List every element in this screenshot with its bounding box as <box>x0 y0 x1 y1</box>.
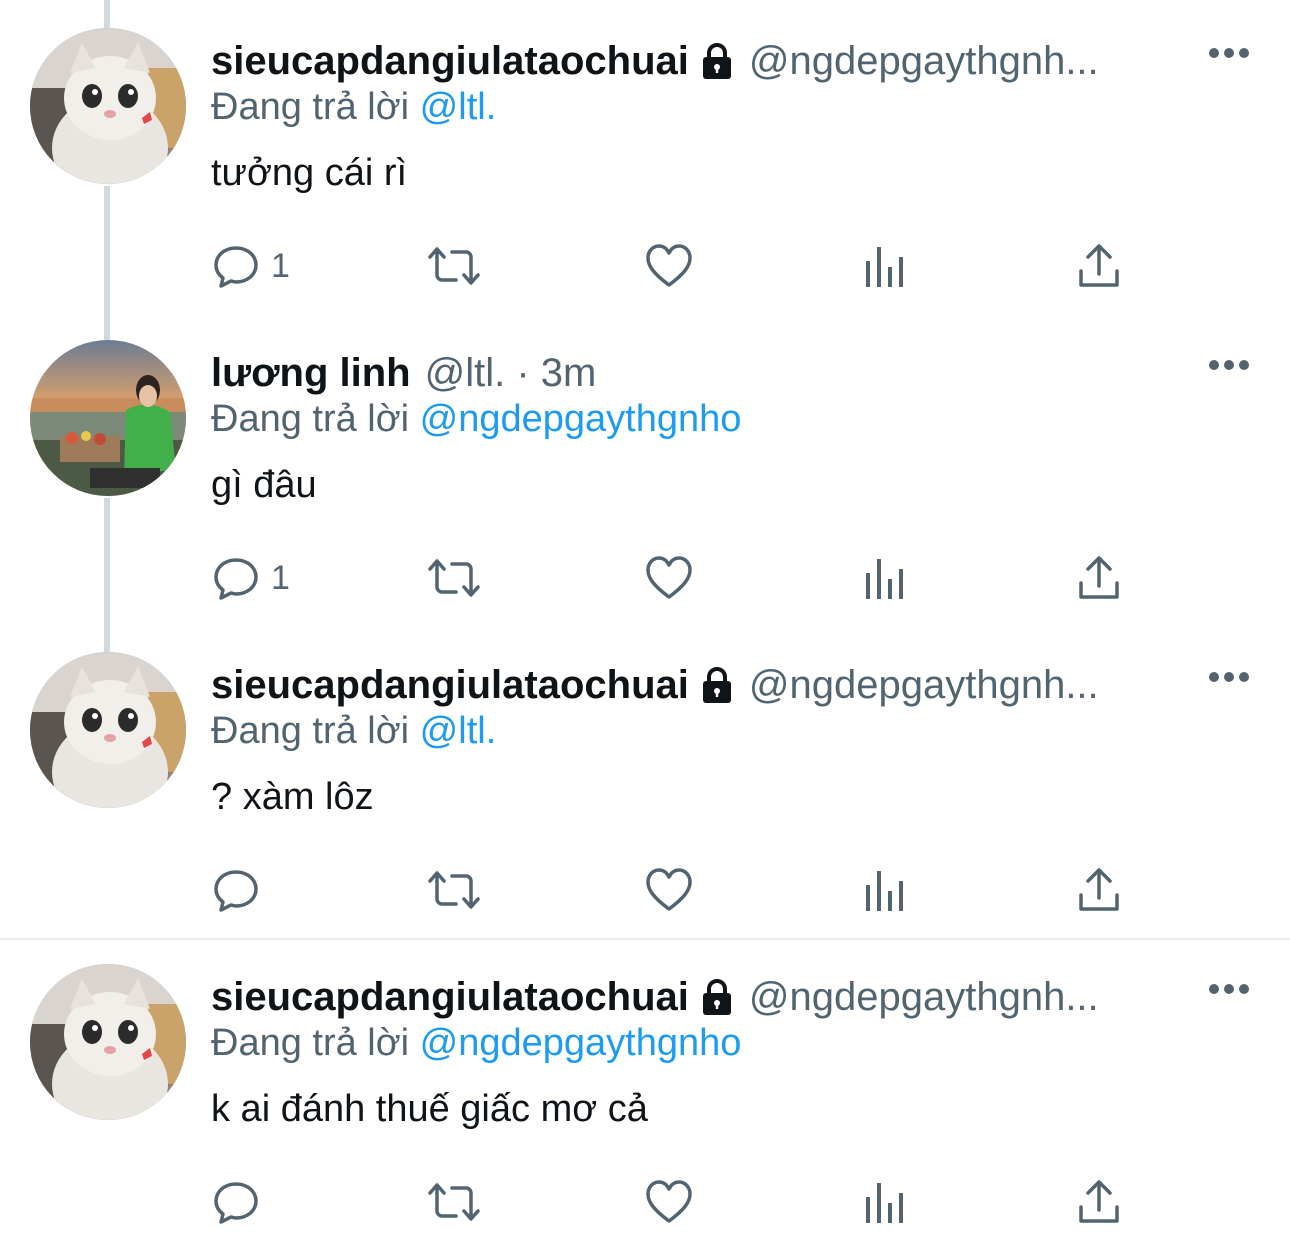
avatar[interactable] <box>30 28 186 184</box>
more-dots-icon[interactable] <box>1208 358 1250 372</box>
like-button[interactable] <box>644 548 694 608</box>
replying-to-label: Đang trả lời <box>211 398 410 440</box>
retweet-icon <box>428 871 480 909</box>
avatar[interactable] <box>30 340 186 496</box>
handle-and-time[interactable]: @ltl. · 3m <box>425 351 597 396</box>
mention-link[interactable]: @ltl. <box>420 710 497 752</box>
share-upload-icon <box>1079 244 1119 287</box>
retweet-button[interactable] <box>426 236 482 296</box>
views-bar-chart-icon <box>866 1183 903 1223</box>
heart-icon <box>646 868 692 911</box>
heart-icon <box>646 1180 692 1223</box>
reply-bubble-icon <box>214 558 258 600</box>
reply-count: 1 <box>271 246 290 285</box>
display-name[interactable]: sieucapdangiulataochuai <box>211 663 689 708</box>
more-dots-icon[interactable] <box>1208 982 1250 996</box>
reply-button[interactable]: 1 <box>211 236 290 296</box>
replying-to-label: Đang trả lời <box>211 710 410 752</box>
mention-link[interactable]: @ltl. <box>420 86 497 128</box>
tweet-header: sieucapdangiulataochuai @ngdepgaythgnh..… <box>211 660 1099 710</box>
tweet-text: k ai đánh thuế giấc mơ cả <box>211 1088 648 1130</box>
share-upload-icon <box>1079 556 1119 599</box>
replying-to-label: Đang trả lời <box>211 1022 410 1064</box>
handle[interactable]: @ngdepgaythgnh... <box>749 39 1099 84</box>
like-button[interactable] <box>644 1172 694 1232</box>
reply-button[interactable]: 1 <box>211 548 290 608</box>
reply-bubble-icon <box>214 1182 258 1224</box>
mention-link[interactable]: @ngdepgaythgnho <box>420 1022 742 1064</box>
action-bar <box>211 1172 1211 1232</box>
display-name[interactable]: sieucapdangiulataochuai <box>211 975 689 1020</box>
tweet[interactable]: sieucapdangiulataochuai @ngdepgaythgnh..… <box>0 936 1290 1250</box>
reply-bubble-icon <box>214 246 258 288</box>
avatar[interactable] <box>30 652 186 808</box>
action-bar <box>211 860 1211 920</box>
views-bar-chart-icon <box>866 559 903 599</box>
like-button[interactable] <box>644 236 694 296</box>
tweet-text: gì đâu <box>211 464 317 506</box>
action-bar: 1 <box>211 548 1211 608</box>
display-name[interactable]: sieucapdangiulataochuai <box>211 39 689 84</box>
retweet-button[interactable] <box>426 1172 482 1232</box>
share-button[interactable] <box>1077 548 1121 608</box>
tweet-header: lương linh @ltl. · 3m <box>211 348 596 398</box>
replying-to: Đang trả lời @ltl. <box>211 86 496 129</box>
replying-to: Đang trả lời @ngdepgaythgnho <box>211 398 741 441</box>
replying-to: Đang trả lời @ltl. <box>211 710 496 753</box>
tweet[interactable]: lương linh @ltl. · 3m Đang trả lời @ngde… <box>0 312 1290 624</box>
lock-icon <box>702 667 731 703</box>
retweet-icon <box>428 1183 480 1221</box>
views-button[interactable] <box>863 860 907 920</box>
reply-button[interactable] <box>211 1172 271 1232</box>
replying-to-label: Đang trả lời <box>211 86 410 128</box>
share-button[interactable] <box>1077 1172 1121 1232</box>
more-dots-icon[interactable] <box>1208 670 1250 684</box>
heart-icon <box>646 244 692 287</box>
heart-icon <box>646 556 692 599</box>
share-upload-icon <box>1079 1180 1119 1223</box>
avatar[interactable] <box>30 964 186 1120</box>
share-button[interactable] <box>1077 860 1121 920</box>
replying-to: Đang trả lời @ngdepgaythgnho <box>211 1022 741 1065</box>
mention-link[interactable]: @ngdepgaythgnho <box>420 398 742 440</box>
views-bar-chart-icon <box>866 247 903 287</box>
action-bar: 1 <box>211 236 1211 296</box>
views-button[interactable] <box>863 548 907 608</box>
reply-button[interactable] <box>211 860 271 920</box>
handle[interactable]: @ngdepgaythgnh... <box>749 663 1099 708</box>
views-button[interactable] <box>863 1172 907 1232</box>
tweet-header: sieucapdangiulataochuai @ngdepgaythgnh..… <box>211 972 1099 1022</box>
share-button[interactable] <box>1077 236 1121 296</box>
reply-bubble-icon <box>214 870 258 912</box>
lock-icon <box>702 979 731 1015</box>
reply-count: 1 <box>271 558 290 597</box>
retweet-icon <box>428 559 480 597</box>
retweet-button[interactable] <box>426 860 482 920</box>
views-button[interactable] <box>863 236 907 296</box>
tweet[interactable]: sieucapdangiulataochuai @ngdepgaythgnh..… <box>0 0 1290 312</box>
tweet-header: sieucapdangiulataochuai @ngdepgaythgnh..… <box>211 36 1099 86</box>
share-upload-icon <box>1079 868 1119 911</box>
tweet-text: ? xàm lôz <box>211 776 374 818</box>
retweet-button[interactable] <box>426 548 482 608</box>
tweet-text: tưởng cái rì <box>211 152 408 194</box>
views-bar-chart-icon <box>866 871 903 911</box>
display-name[interactable]: lương linh <box>211 351 411 396</box>
like-button[interactable] <box>644 860 694 920</box>
retweet-icon <box>428 247 480 285</box>
more-dots-icon[interactable] <box>1208 46 1250 60</box>
handle[interactable]: @ngdepgaythgnh... <box>749 975 1099 1020</box>
lock-icon <box>702 43 731 79</box>
tweet[interactable]: sieucapdangiulataochuai @ngdepgaythgnh..… <box>0 624 1290 936</box>
